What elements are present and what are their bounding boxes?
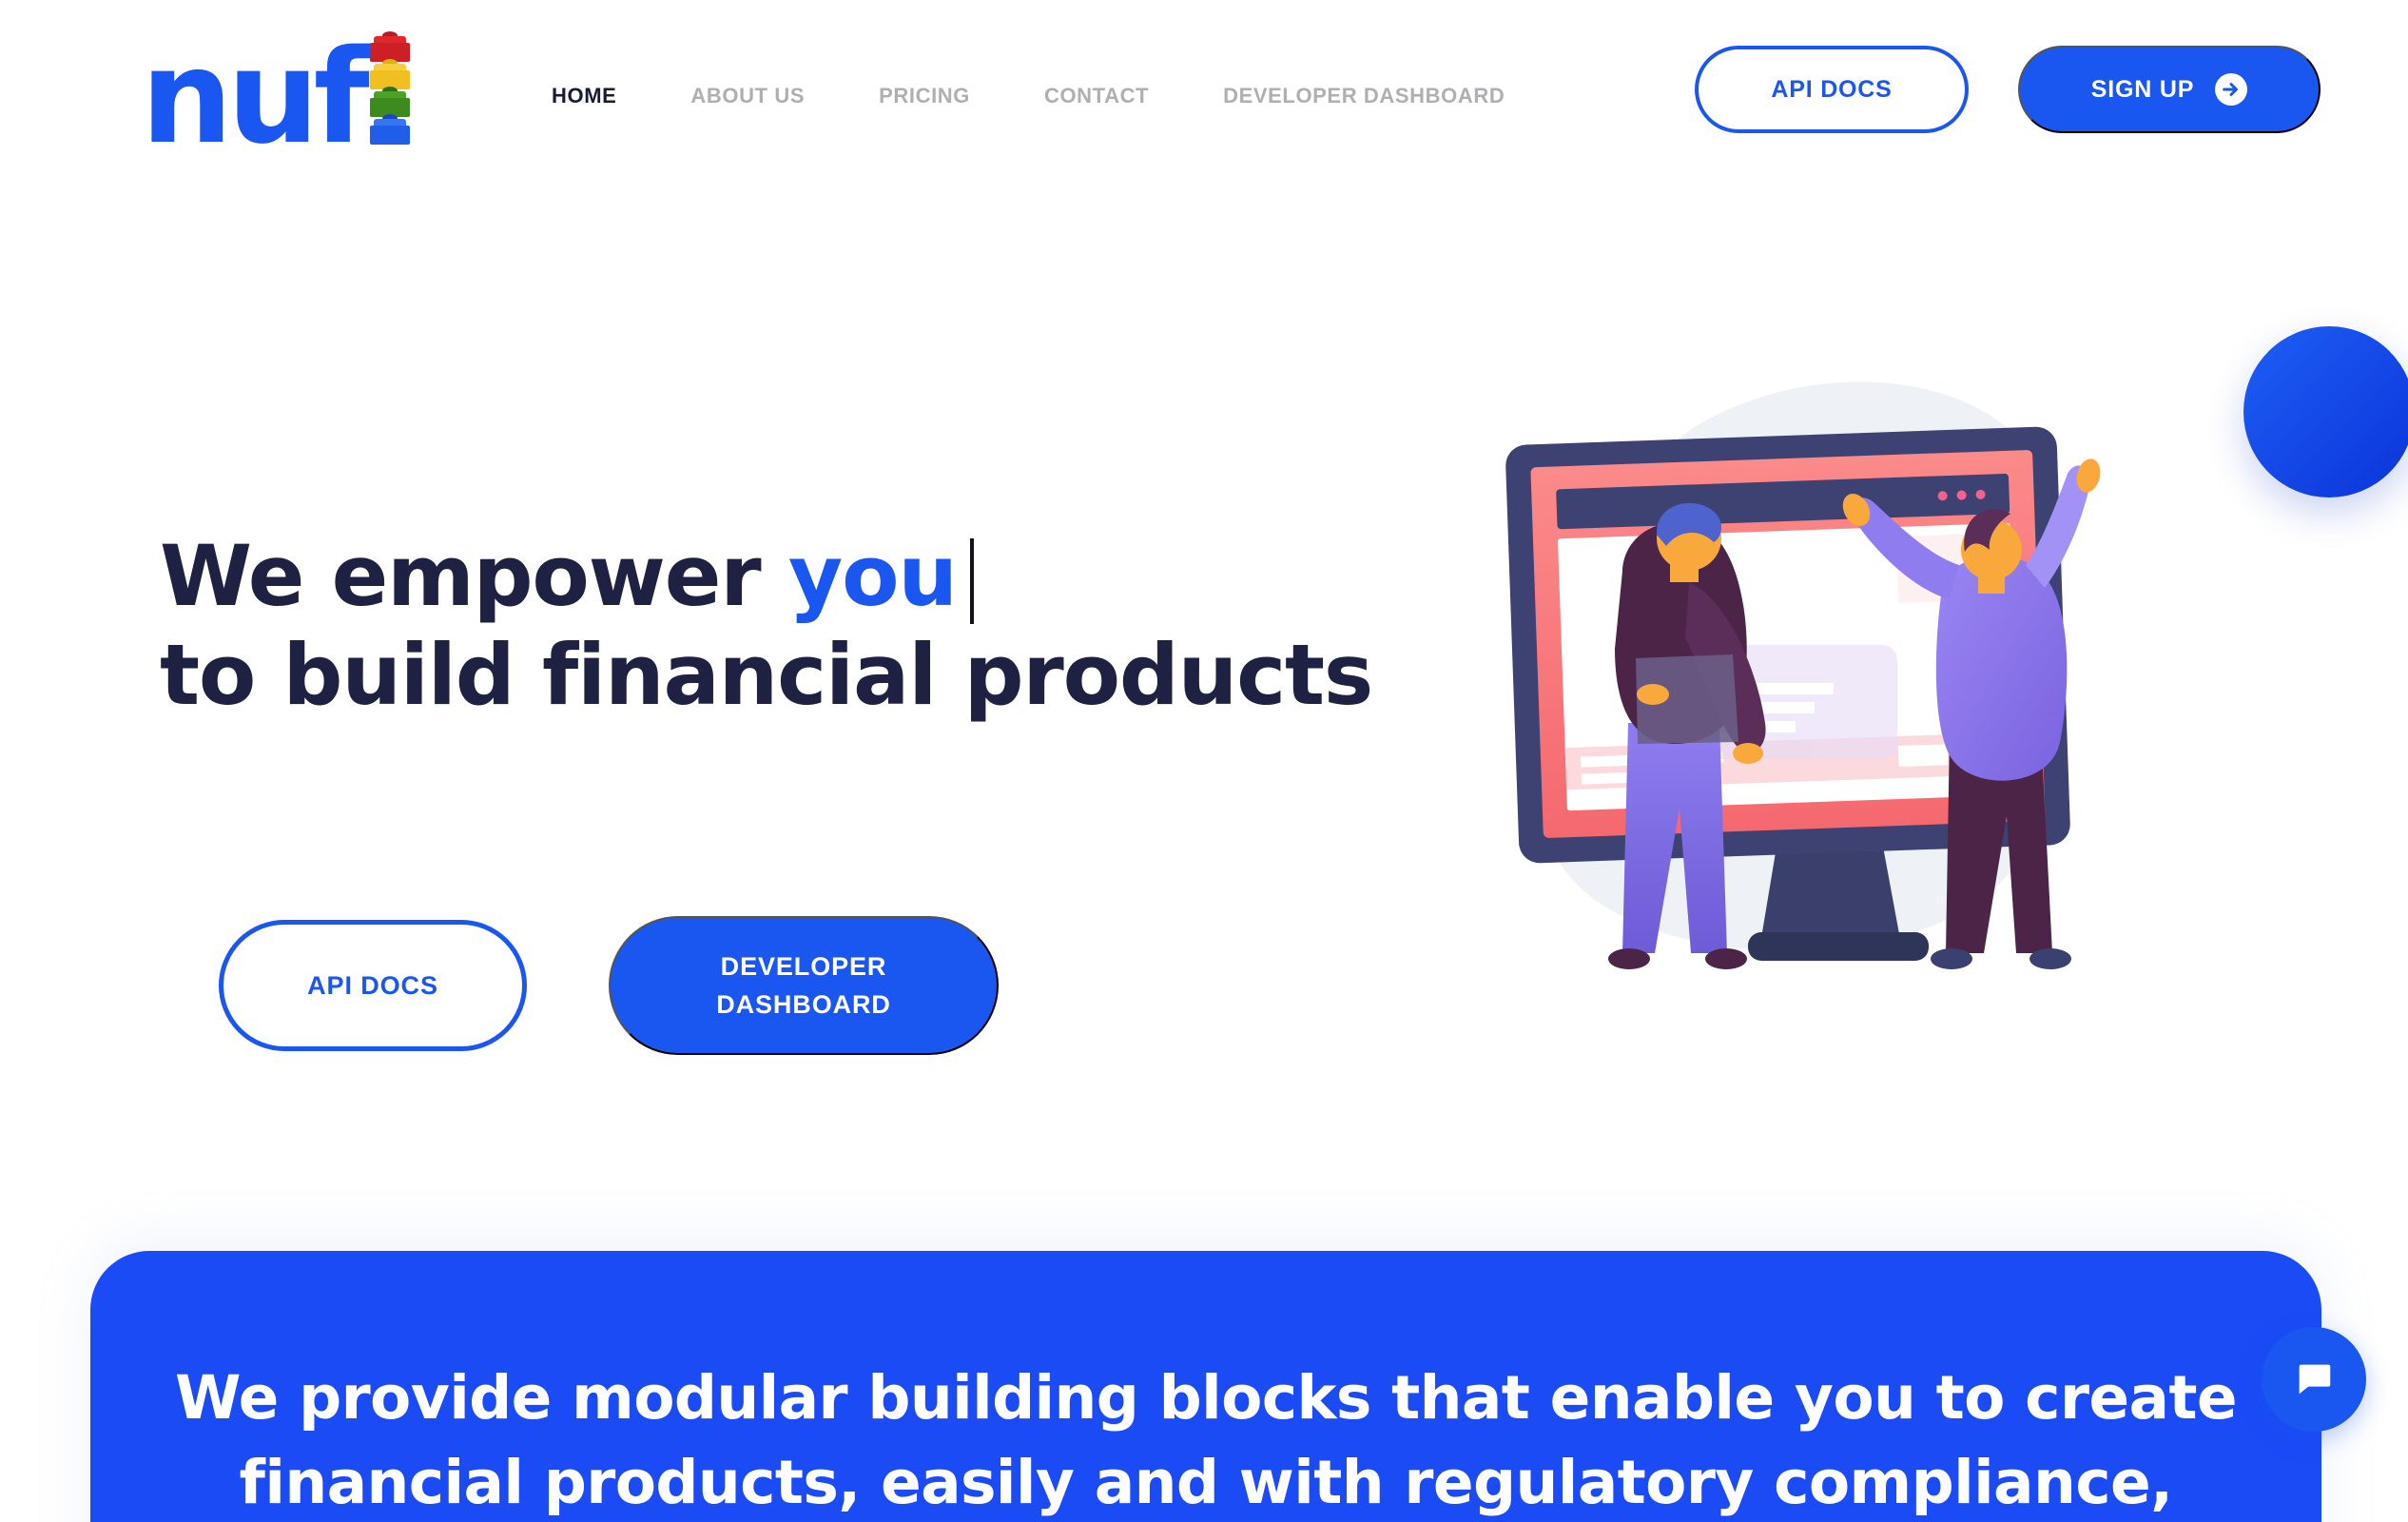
nav-item-contact[interactable]: CONTACT	[1044, 78, 1149, 114]
chat-bubble-icon	[2299, 1364, 2331, 1395]
site-header: nuf HOME ABOUT US PRICING CONTACT DEVELO…	[0, 0, 2408, 171]
monitor-stand-base	[1748, 932, 1929, 961]
nav-item-pricing[interactable]: PRICING	[879, 78, 970, 114]
hero-cta-group: API DOCS DEVELOPER DASHBOARD	[219, 916, 999, 1055]
blue-gradient-circle	[2243, 326, 2408, 498]
lego-block-red-icon	[369, 31, 410, 62]
lego-block-blue-icon	[369, 114, 410, 145]
logo-wordmark: nuf	[141, 23, 370, 174]
nav-item-about-us[interactable]: ABOUT US	[690, 78, 805, 114]
value-proposition-text: We provide modular building blocks that …	[174, 1363, 2238, 1518]
chat-widget-button[interactable]	[2262, 1327, 2366, 1432]
hero-developer-dashboard-button[interactable]: DEVELOPER DASHBOARD	[609, 916, 999, 1055]
hero-headline-line1: We empower you	[160, 527, 974, 625]
typing-caret	[969, 538, 974, 624]
brand-logo[interactable]: nuf	[141, 23, 414, 174]
sign-up-label: SIGN UP	[2090, 75, 2195, 103]
header-api-docs-button[interactable]: API DOCS	[1695, 46, 1969, 133]
hero-illustration	[1503, 314, 2187, 999]
page-root: nuf HOME ABOUT US PRICING CONTACT DEVELO…	[0, 0, 2408, 1522]
hero-api-docs-button[interactable]: API DOCS	[219, 920, 527, 1051]
cta-label-line1: DEVELOPER	[720, 951, 887, 981]
main-navigation: HOME ABOUT US PRICING CONTACT DEVELOPER …	[552, 78, 1505, 114]
value-proposition-panel: We provide modular building blocks that …	[90, 1251, 2321, 1522]
arrow-right-circle-icon	[2215, 73, 2248, 106]
nav-item-home[interactable]: HOME	[552, 78, 616, 114]
hero-headline-line2: to build financial products	[160, 625, 1373, 724]
person-left-hand-2	[1637, 684, 1669, 705]
lego-block-green-icon	[369, 87, 410, 117]
person-left-hand	[1733, 743, 1763, 764]
lego-block-yellow-icon	[369, 59, 410, 89]
cta-label-line2: DASHBOARD	[716, 990, 891, 1019]
hero-headline-highlight: you	[787, 527, 958, 625]
header-sign-up-button[interactable]: SIGN UP	[2018, 46, 2321, 133]
hero-headline-text: We empower	[160, 527, 788, 625]
header-actions: API DOCS SIGN UP	[1695, 46, 2321, 133]
logo-lego-stack-icon	[369, 31, 414, 148]
hero-headline: We empower you to build financial produc…	[160, 527, 1373, 725]
nav-item-developer-dashboard[interactable]: DEVELOPER DASHBOARD	[1223, 78, 1505, 114]
